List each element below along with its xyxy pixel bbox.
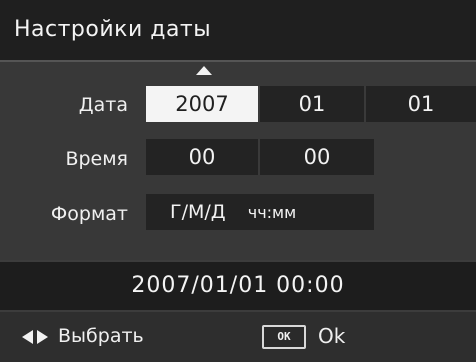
date-format-value: Г/М/Д: [170, 201, 226, 223]
select-hint-label: Выбрать: [58, 325, 144, 347]
up-arrow-icon[interactable]: [196, 66, 212, 75]
ok-hint-label: Ok: [318, 324, 346, 348]
date-year-field[interactable]: 2007: [146, 86, 260, 122]
time-minute-field[interactable]: 00: [260, 139, 374, 175]
ok-button[interactable]: OK: [262, 325, 306, 349]
screen-title: Настройки даты: [14, 17, 212, 42]
format-field[interactable]: Г/М/Д чч:мм: [146, 194, 374, 230]
date-settings-screen: Настройки даты Дата 2007 01 01 Время 00 …: [0, 0, 476, 362]
bottom-bar: Выбрать OK Ok: [0, 312, 476, 362]
datetime-preview: 2007/01/01 00:00: [0, 262, 476, 310]
time-hour-field[interactable]: 00: [146, 139, 260, 175]
date-month-field[interactable]: 01: [260, 86, 366, 122]
time-label: Время: [65, 148, 128, 170]
format-label: Формат: [50, 203, 128, 225]
time-format-value: чч:мм: [247, 203, 297, 222]
left-right-arrows-icon: [22, 329, 52, 345]
date-day-field[interactable]: 01: [366, 86, 476, 122]
title-bar: Настройки даты: [0, 0, 476, 62]
date-label: Дата: [78, 94, 128, 116]
